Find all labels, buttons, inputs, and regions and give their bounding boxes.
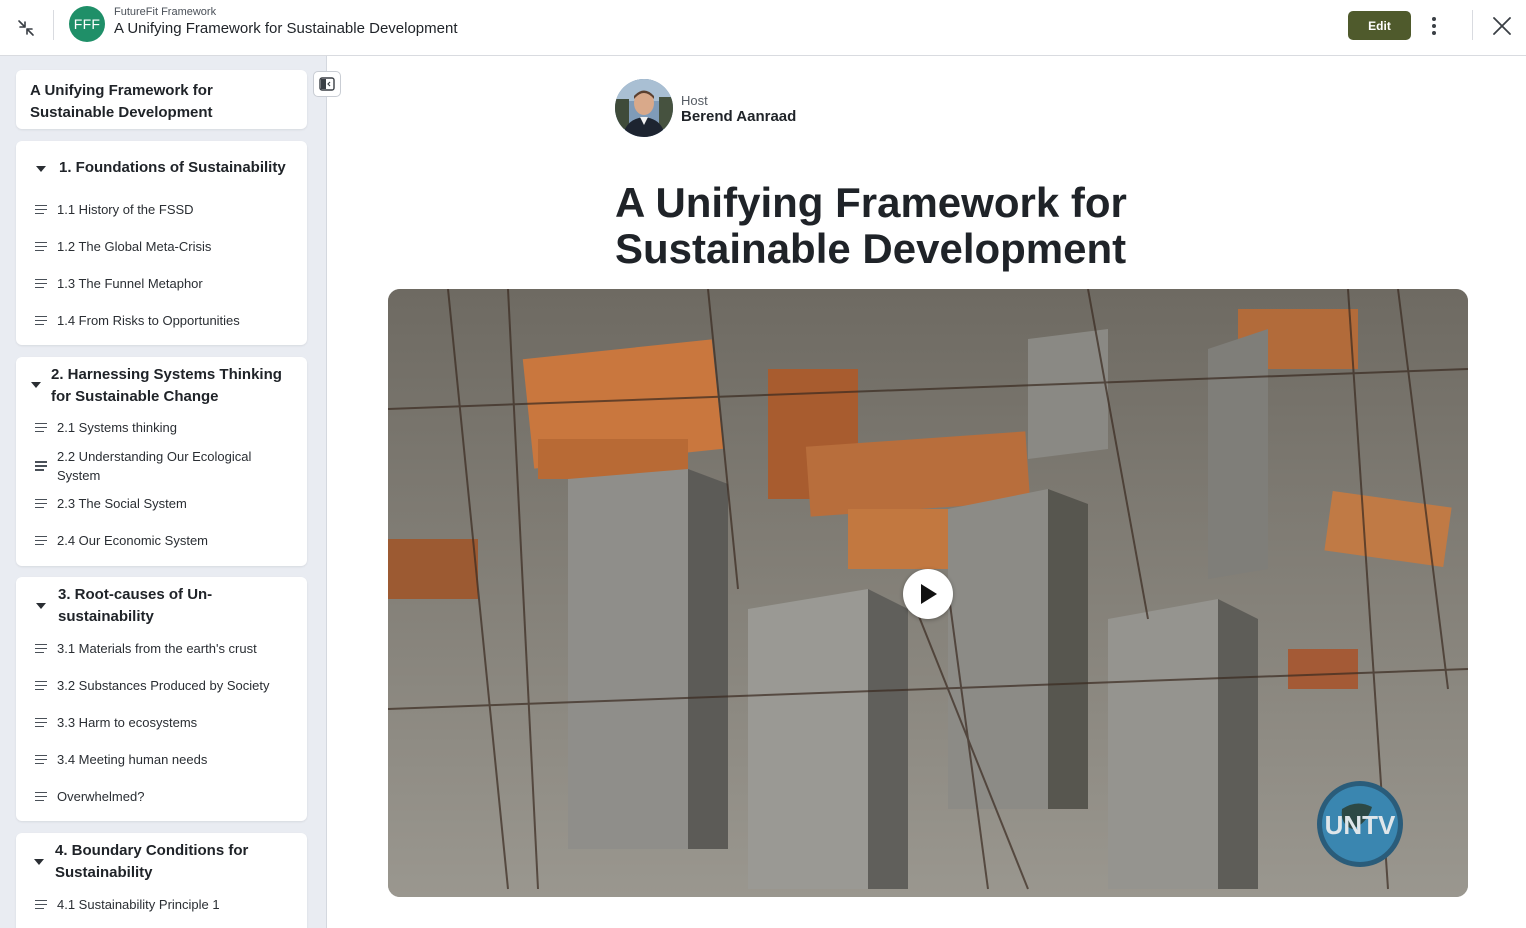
collapse-button[interactable] (12, 14, 40, 42)
caret-down-icon (36, 166, 46, 172)
sidebar-toggle-button[interactable] (313, 71, 341, 97)
host-label: Host (681, 93, 708, 108)
collapse-arrows-icon (18, 20, 34, 36)
chapter-card: 1. Foundations of Sustainability 1.1 His… (16, 141, 307, 345)
lesson-lines-icon (35, 680, 47, 691)
course-title: A Unifying Framework for Sustainable Dev… (30, 82, 213, 121)
lesson-lines-icon (35, 754, 47, 765)
lesson-lines-icon (35, 241, 47, 252)
edit-button[interactable]: Edit (1348, 11, 1411, 40)
lesson-item[interactable]: 3.2 Substances Produced by Society (16, 667, 307, 704)
lesson-item[interactable]: Overwhelmed? (16, 778, 307, 815)
lesson-label: 4.1 Sustainability Principle 1 (57, 897, 220, 912)
play-button[interactable] (903, 569, 953, 619)
lesson-label: 3.4 Meeting human needs (57, 752, 208, 767)
lesson-lines-icon (35, 461, 47, 471)
chapter-label: 2. Harnessing Systems Thinking for Susta… (51, 366, 282, 405)
more-options-button[interactable] (1422, 12, 1446, 40)
lesson-lines-icon (35, 899, 47, 910)
caret-down-icon (34, 859, 44, 865)
lesson-item[interactable]: 1.4 From Risks to Opportunities (16, 302, 307, 339)
lesson-item[interactable]: 3.4 Meeting human needs (16, 741, 307, 778)
lesson-lines-icon (35, 422, 47, 433)
lesson-lines-icon (35, 278, 47, 289)
lesson-label: 3.3 Harm to ecosystems (57, 715, 198, 730)
chapter-label: 1. Foundations of Sustainability (59, 159, 286, 176)
close-button[interactable] (1488, 12, 1516, 40)
app-logo: FFF (69, 6, 105, 42)
lesson-label: 2.3 The Social System (57, 496, 187, 511)
chapter-card: 4. Boundary Conditions for Sustainabilit… (16, 833, 307, 928)
chapter-card: 2. Harnessing Systems Thinking for Susta… (16, 357, 307, 566)
chapter-card: 3. Root-causes of Un-sustainability 3.1 … (16, 577, 307, 821)
header-divider (53, 10, 54, 40)
lesson-lines-icon (35, 535, 47, 546)
untv-watermark-logo: UNTV (1317, 781, 1403, 867)
top-bar: FFF FutureFit Framework A Unifying Frame… (0, 0, 1526, 56)
chapter-label: 4. Boundary Conditions for Sustainabilit… (55, 842, 249, 881)
lesson-label: 1.3 The Funnel Metaphor (57, 276, 203, 291)
course-title-card[interactable]: A Unifying Framework for Sustainable Dev… (16, 70, 307, 129)
lesson-lines-icon (35, 791, 47, 802)
lesson-label: Overwhelmed? (57, 789, 145, 804)
lesson-label: 2.1 Systems thinking (57, 420, 177, 435)
lesson-lines-icon (35, 717, 47, 728)
course-outline-sidebar: A Unifying Framework for Sustainable Dev… (0, 56, 327, 928)
close-icon (1493, 17, 1511, 35)
lesson-item[interactable]: 2.3 The Social System (16, 485, 307, 522)
sidebar-panel-icon (319, 77, 335, 91)
chapter-header[interactable]: 1. Foundations of Sustainability (16, 157, 307, 181)
play-icon (921, 584, 937, 604)
lesson-item[interactable]: 1.3 The Funnel Metaphor (16, 265, 307, 302)
lesson-label: 3.1 Materials from the earth's crust (57, 641, 257, 656)
chapter-header[interactable]: 4. Boundary Conditions for Sustainabilit… (16, 840, 307, 884)
lesson-label: 1.1 History of the FSSD (57, 202, 194, 217)
host-name: Berend Aanraad (681, 108, 797, 125)
caret-down-icon (31, 382, 41, 388)
app-name: FutureFit Framework (114, 6, 217, 18)
lesson-lines-icon (35, 204, 47, 215)
video-player[interactable]: UNTV (388, 289, 1468, 897)
lesson-item[interactable]: 3.1 Materials from the earth's crust (16, 630, 307, 667)
chapter-header[interactable]: 3. Root-causes of Un-sustainability (16, 584, 307, 628)
lesson-lines-icon (35, 643, 47, 654)
chapter-label: 3. Root-causes of Un-sustainability (58, 586, 213, 625)
lesson-label: 3.2 Substances Produced by Society (57, 678, 270, 693)
lesson-item[interactable]: 4.1 Sustainability Principle 1 (16, 886, 307, 923)
lesson-lines-icon (35, 498, 47, 509)
lesson-item[interactable]: 3.3 Harm to ecosystems (16, 704, 307, 741)
lesson-item[interactable]: 2.4 Our Economic System (16, 522, 307, 559)
lesson-label: 1.2 The Global Meta-Crisis (57, 239, 212, 254)
header-divider-right (1472, 10, 1473, 40)
caret-down-icon (36, 603, 46, 609)
lesson-item[interactable]: 2.1 Systems thinking (16, 409, 307, 446)
lesson-item[interactable]: 1.2 The Global Meta-Crisis (16, 228, 307, 265)
chapter-header[interactable]: 2. Harnessing Systems Thinking for Susta… (16, 364, 307, 408)
vertical-ellipsis-icon (1432, 17, 1436, 35)
untv-watermark-text: UNTV (1325, 810, 1396, 840)
document-title: A Unifying Framework for Sustainable Dev… (114, 20, 458, 37)
lesson-label: 2.4 Our Economic System (57, 533, 208, 548)
lesson-label: 2.2 Understanding Our Ecological System (57, 449, 252, 483)
lesson-item[interactable]: 1.1 History of the FSSD (16, 191, 307, 228)
lesson-title: A Unifying Framework for Sustainable Dev… (615, 179, 1127, 272)
lesson-content: Host Berend Aanraad A Unifying Framework… (328, 56, 1526, 928)
lesson-lines-icon (35, 315, 47, 326)
lesson-item[interactable]: 2.2 Understanding Our Ecological System (16, 446, 307, 486)
lesson-label: 1.4 From Risks to Opportunities (57, 313, 240, 328)
host-avatar (615, 79, 673, 137)
